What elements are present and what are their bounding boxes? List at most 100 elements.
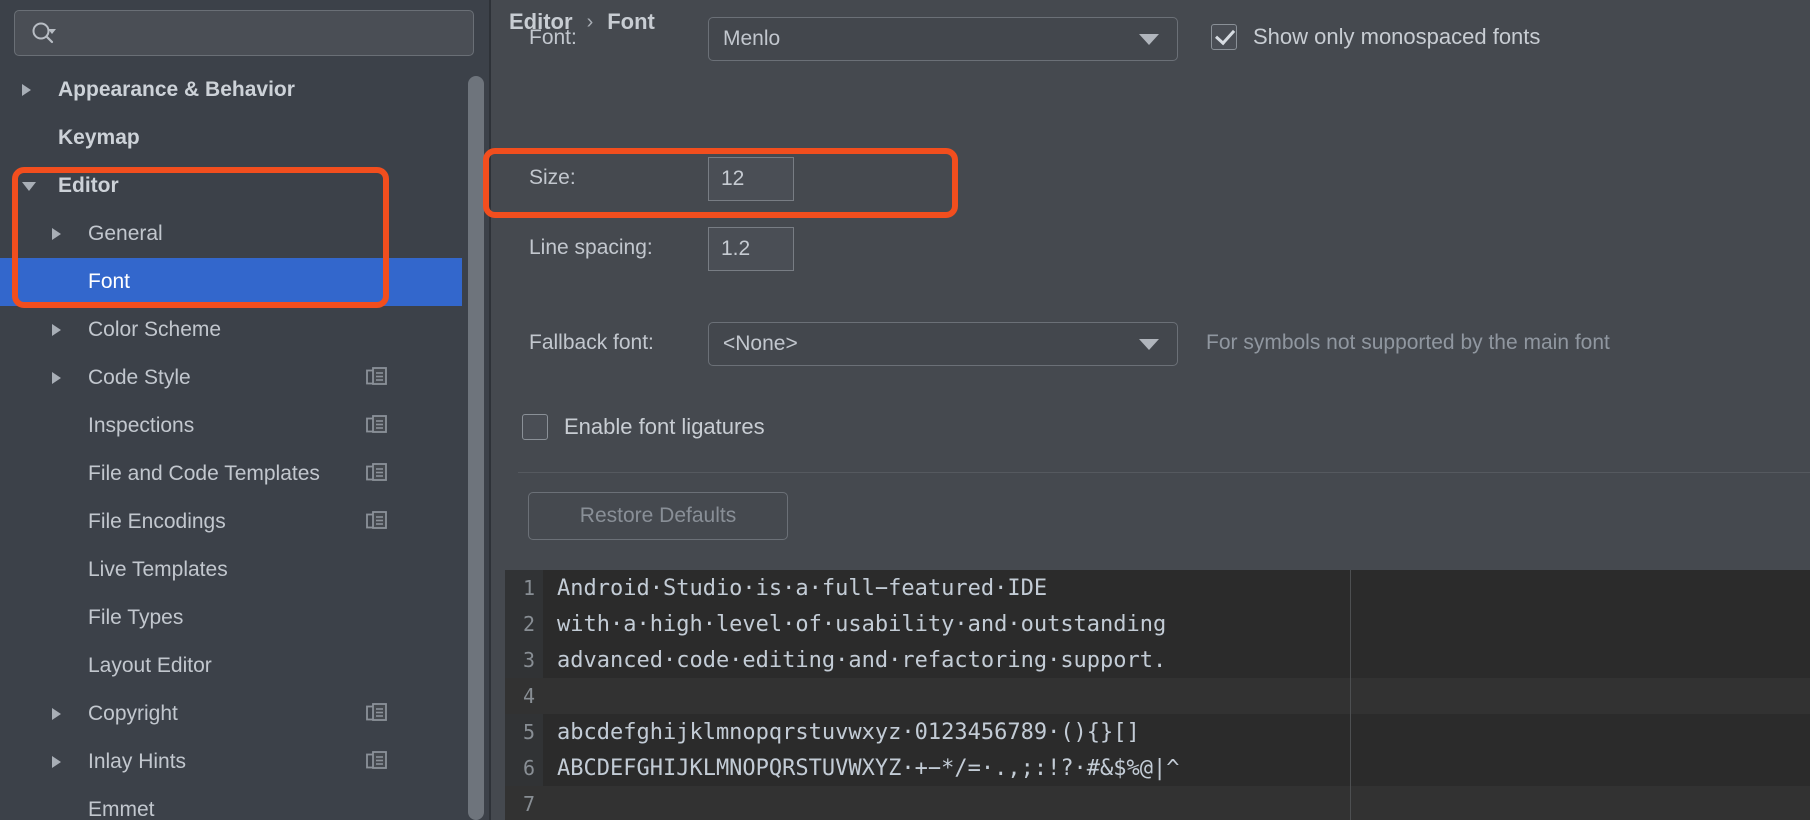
line-number: 2 xyxy=(522,612,535,636)
preview-code-line: 3 advanced·code·editing·and·refactoring·s… xyxy=(505,642,1810,678)
breadcrumb-current: Font xyxy=(607,9,655,34)
sidebar-item-emmet[interactable]: Emmet xyxy=(0,786,462,820)
fallback-font-label: Fallback font: xyxy=(529,331,654,354)
tree-arrow-slot xyxy=(22,84,46,96)
sidebar-scrollbar-thumb[interactable] xyxy=(468,76,484,820)
sidebar-item-color-scheme[interactable]: Color Scheme xyxy=(0,306,462,354)
sidebar-item-label: Live Templates xyxy=(88,558,228,581)
line-number: 1 xyxy=(522,576,535,600)
tree-arrow-slot xyxy=(52,228,76,240)
chevron-down-icon[interactable] xyxy=(22,181,36,191)
tree-arrow-slot xyxy=(52,708,76,720)
sidebar-item-font[interactable]: Font xyxy=(0,258,462,306)
copy-settings-icon[interactable] xyxy=(366,511,388,533)
chevron-right-icon[interactable] xyxy=(52,324,61,336)
copy-settings-icon[interactable] xyxy=(366,415,388,437)
line-spacing-label: Line spacing: xyxy=(529,236,653,259)
sidebar-item-label: Appearance & Behavior xyxy=(58,78,295,101)
sidebar-item-label: File Types xyxy=(88,606,184,629)
sidebar-item-label: Inspections xyxy=(88,414,195,437)
section-divider xyxy=(518,472,1810,473)
line-text: advanced·code·editing·and·refactoring·su… xyxy=(557,647,1167,673)
size-label: Size: xyxy=(529,166,576,189)
sidebar-item-file-and-code-templates[interactable]: File and Code Templates xyxy=(0,450,462,498)
font-family-value: Menlo xyxy=(723,27,781,50)
show-monospaced-checkbox[interactable] xyxy=(1211,24,1237,50)
settings-tree[interactable]: Appearance & Behavior Keymap Editor General… xyxy=(0,66,462,820)
preview-code-line: 5 abcdefghijklmnopqrstuvwxyz·0123456789·(… xyxy=(505,714,1810,750)
chevron-right-icon[interactable] xyxy=(22,84,31,96)
sidebar-item-label: File Encodings xyxy=(88,510,226,533)
tree-arrow-slot xyxy=(52,324,76,336)
sidebar-item-label: General xyxy=(88,222,163,245)
sidebar-item-label: Layout Editor xyxy=(88,654,212,677)
fallback-font-dropdown[interactable]: <None> xyxy=(708,322,1178,366)
sidebar-item-label: Emmet xyxy=(88,798,155,820)
chevron-down-icon xyxy=(1139,338,1159,350)
font-family-dropdown[interactable]: Menlo xyxy=(708,17,1178,61)
line-text: abcdefghijklmnopqrstuvwxyz·0123456789·()… xyxy=(557,719,1140,745)
sidebar-item-live-templates[interactable]: Live Templates xyxy=(0,546,462,594)
copy-settings-icon[interactable] xyxy=(366,463,388,485)
line-text: with·a·high·level·of·usability·and·outst… xyxy=(557,611,1167,637)
line-text: Android·Studio·is·a·full−featured·IDE xyxy=(557,575,1048,601)
chevron-right-icon[interactable] xyxy=(52,708,61,720)
line-number: 7 xyxy=(522,792,535,816)
preview-code-line: 6 ABCDEFGHIJKLMNOPQRSTUVWXYZ·+−*/=·.,;:!?… xyxy=(505,750,1810,786)
line-text: ABCDEFGHIJKLMNOPQRSTUVWXYZ·+−*/=·.,;:!?·… xyxy=(557,755,1180,781)
preview-code-line: 1 Android·Studio·is·a·full−featured·IDE xyxy=(505,570,1810,606)
sidebar-item-label: Color Scheme xyxy=(88,318,222,341)
copy-settings-icon[interactable] xyxy=(366,703,388,725)
sidebar-item-label: File and Code Templates xyxy=(88,462,320,485)
sidebar-item-file-types[interactable]: File Types xyxy=(0,594,462,642)
line-number: 3 xyxy=(522,648,535,672)
enable-ligatures-checkbox-row[interactable]: Enable font ligatures xyxy=(522,414,765,440)
chevron-right-icon[interactable] xyxy=(52,756,61,768)
font-preview-panel[interactable]: 1 Android·Studio·is·a·full−featured·IDE 2 w… xyxy=(505,570,1810,820)
copy-settings-icon[interactable] xyxy=(366,367,388,389)
chevron-right-icon[interactable] xyxy=(52,372,61,384)
font-size-input[interactable]: 12 xyxy=(708,157,794,201)
tree-arrow-slot xyxy=(52,756,76,768)
sidebar-item-inlay-hints[interactable]: Inlay Hints xyxy=(0,738,462,786)
sidebar-item-appearance-behavior[interactable]: Appearance & Behavior xyxy=(0,66,462,114)
sidebar-item-label: Editor xyxy=(58,174,119,197)
restore-defaults-button[interactable]: Restore Defaults xyxy=(528,492,788,540)
fallback-font-hint: For symbols not supported by the main fo… xyxy=(1206,331,1610,354)
search-input[interactable] xyxy=(65,22,473,44)
sidebar-item-keymap[interactable]: Keymap xyxy=(0,114,462,162)
sidebar-item-layout-editor[interactable]: Layout Editor xyxy=(0,642,462,690)
show-monospaced-checkbox-row[interactable]: Show only monospaced fonts xyxy=(1211,24,1540,50)
sidebar-item-editor[interactable]: Editor xyxy=(0,162,462,210)
search-box[interactable] xyxy=(14,10,474,56)
sidebar-item-copyright[interactable]: Copyright xyxy=(0,690,462,738)
chevron-right-icon[interactable] xyxy=(52,228,61,240)
line-number: 6 xyxy=(522,756,535,780)
line-spacing-input[interactable]: 1.2 xyxy=(708,227,794,271)
sidebar-item-inspections[interactable]: Inspections xyxy=(0,402,462,450)
sidebar-item-label: Copyright xyxy=(88,702,178,725)
line-spacing-value: 1.2 xyxy=(721,237,751,260)
enable-ligatures-label: Enable font ligatures xyxy=(564,414,765,439)
sidebar-item-label: Inlay Hints xyxy=(88,750,187,773)
tree-arrow-slot xyxy=(52,372,76,384)
sidebar-item-label: Keymap xyxy=(58,126,140,149)
preview-code-area[interactable]: 1 Android·Studio·is·a·full−featured·IDE 2 w… xyxy=(505,570,1810,820)
right-margin-guide xyxy=(1350,570,1351,820)
settings-dialog: Appearance & Behavior Keymap Editor General… xyxy=(0,0,1810,820)
line-number: 4 xyxy=(522,684,535,708)
sidebar-item-file-encodings[interactable]: File Encodings xyxy=(0,498,462,546)
line-number: 5 xyxy=(522,720,535,744)
preview-code-line: 4 xyxy=(505,678,1810,714)
sidebar-item-label: Code Style xyxy=(88,366,191,389)
font-size-value: 12 xyxy=(721,167,745,190)
fallback-font-value: <None> xyxy=(723,332,798,355)
copy-settings-icon[interactable] xyxy=(366,751,388,773)
search-icon[interactable] xyxy=(31,21,57,45)
chevron-down-icon xyxy=(1139,33,1159,45)
preview-code-line: 2 with·a·high·level·of·usability·and·outs… xyxy=(505,606,1810,642)
font-label: Font: xyxy=(529,26,577,49)
enable-ligatures-checkbox[interactable] xyxy=(522,414,548,440)
sidebar-item-code-style[interactable]: Code Style xyxy=(0,354,462,402)
sidebar-item-general[interactable]: General xyxy=(0,210,462,258)
